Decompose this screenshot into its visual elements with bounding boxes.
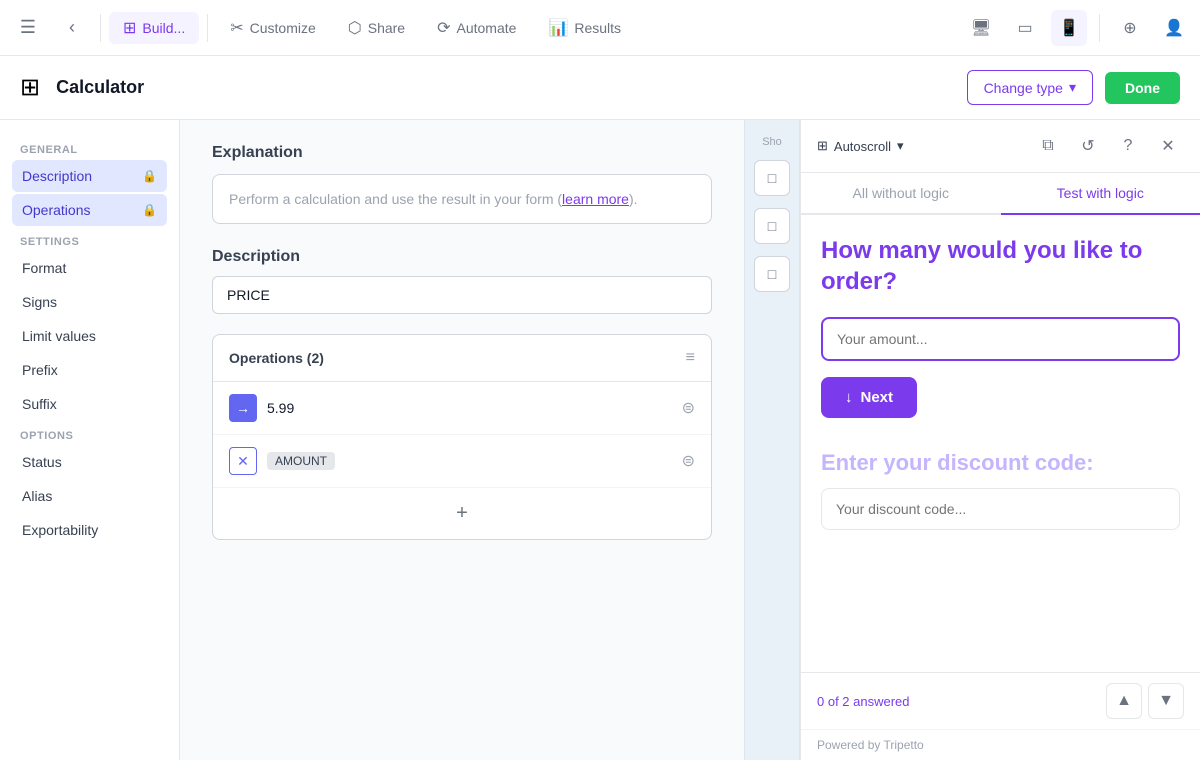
general-section-label: General <box>12 136 167 160</box>
operation-1-value: 5.99 <box>267 400 672 416</box>
autoscroll-chevron-icon: ▾ <box>897 138 904 154</box>
bottom-bar: 0 of 2 answered ▲ ▼ <box>801 672 1200 729</box>
add-operation-row[interactable]: + <box>213 488 711 539</box>
show-label: Sho <box>762 136 782 148</box>
tab-all-without-logic[interactable]: All without logic <box>801 173 1001 215</box>
next-button[interactable]: ↓ Next <box>821 377 917 418</box>
autoscroll-icon: ⊞ <box>817 138 828 154</box>
nav-divider-1 <box>100 14 101 42</box>
powered-by-bar: Powered by Tripetto <box>801 729 1200 760</box>
chevron-down-icon: ▾ <box>1069 79 1076 96</box>
operation-2-menu-icon[interactable]: ⊜ <box>682 451 695 471</box>
back-button[interactable]: ‹ <box>52 8 92 48</box>
lock-icon-operations: 🔒 <box>142 203 157 217</box>
close-right-panel-button[interactable]: ✕ <box>1152 130 1184 162</box>
tablet-view-button[interactable]: ▭ <box>1007 10 1043 46</box>
menu-button[interactable]: ☰ <box>8 8 48 48</box>
sub-header: ⊞ Calculator Change type ▾ Done <box>0 56 1200 120</box>
change-type-button[interactable]: Change type ▾ <box>967 70 1093 105</box>
middle-divider: Sho □ □ □ <box>744 120 800 760</box>
discount-label: Enter your discount code: <box>821 450 1180 476</box>
sidebar-item-status[interactable]: Status <box>12 446 167 478</box>
question-heading: How many would you like to order? <box>821 235 1180 297</box>
explanation-title: Explanation <box>212 144 712 162</box>
top-navigation: ☰ ‹ ⊞ Build... ✂ Customize ⬡ Share ⟳ Aut… <box>0 0 1200 56</box>
explanation-box: Perform a calculation and use the result… <box>212 174 712 224</box>
sidebar-item-alias[interactable]: Alias <box>12 480 167 512</box>
calculator-title: Calculator <box>56 77 144 98</box>
operations-box: Operations (2) ≡ → 5.99 ⊜ ✕ AMOUNT ⊜ + <box>212 334 712 540</box>
copy-button[interactable]: ⧉ <box>1032 130 1064 162</box>
add-icon: + <box>456 502 468 525</box>
globe-button[interactable]: ⊕ <box>1112 10 1148 46</box>
customize-icon: ✂ <box>230 18 243 38</box>
hamburger-icon: ≡ <box>686 349 695 367</box>
preview-area: How many would you like to order? ↓ Next… <box>801 215 1200 672</box>
sidebar-item-suffix[interactable]: Suffix <box>12 388 167 420</box>
sidebar-item-description[interactable]: Description 🔒 <box>12 160 167 192</box>
nav-tab-share[interactable]: ⬡ Share <box>334 12 419 44</box>
sidebar-item-operations[interactable]: Operations 🔒 <box>12 194 167 226</box>
nav-tab-customize[interactable]: ✂ Customize <box>216 12 330 44</box>
sidebar-item-prefix[interactable]: Prefix <box>12 354 167 386</box>
done-button[interactable]: Done <box>1105 72 1180 104</box>
powered-by-text: Powered by Tripetto <box>817 738 924 752</box>
options-section-label: Options <box>12 422 167 446</box>
autoscroll-button[interactable]: ⊞ Autoscroll ▾ <box>817 138 904 154</box>
amount-input[interactable] <box>821 317 1180 361</box>
learn-more-link[interactable]: learn more <box>562 191 629 207</box>
mid-button-2[interactable]: □ <box>754 208 790 244</box>
sidebar-item-signs[interactable]: Signs <box>12 286 167 318</box>
main-layout: General Description 🔒 Operations 🔒 Setti… <box>0 120 1200 760</box>
operation-2-tag: AMOUNT <box>267 452 335 470</box>
tab-test-with-logic[interactable]: Test with logic <box>1001 173 1200 215</box>
operation-row-2: ✕ AMOUNT ⊜ <box>213 435 711 488</box>
down-arrow-icon: ↓ <box>845 389 853 406</box>
arrow-down-button[interactable]: ▼ <box>1148 683 1184 719</box>
results-icon: 📊 <box>548 18 568 38</box>
operations-title: Operations (2) <box>229 350 324 366</box>
nav-right-section: 🖥 ▭ 📱 ⊕ 👤 <box>963 10 1192 46</box>
automate-icon: ⟳ <box>437 18 450 38</box>
discount-input[interactable] <box>821 488 1180 530</box>
description-label: Description <box>212 248 712 266</box>
operation-row-1: → 5.99 ⊜ <box>213 382 711 435</box>
multiply-icon: ✕ <box>229 447 257 475</box>
sidebar-item-format[interactable]: Format <box>12 252 167 284</box>
sidebar-item-limit-values[interactable]: Limit values <box>12 320 167 352</box>
build-icon: ⊞ <box>123 18 136 38</box>
nav-tab-build[interactable]: ⊞ Build... <box>109 12 199 44</box>
logic-tabs: All without logic Test with logic <box>801 173 1200 215</box>
lock-icon-description: 🔒 <box>142 169 157 183</box>
nav-tab-automate[interactable]: ⟳ Automate <box>423 12 530 44</box>
operation-1-menu-icon[interactable]: ⊜ <box>682 398 695 418</box>
center-content: Explanation Perform a calculation and us… <box>180 120 744 760</box>
arrow-up-button[interactable]: ▲ <box>1106 683 1142 719</box>
left-sidebar: General Description 🔒 Operations 🔒 Setti… <box>0 120 180 760</box>
right-header-icons: ⧉ ↺ ? ✕ <box>1032 130 1184 162</box>
mid-button-3[interactable]: □ <box>754 256 790 292</box>
sidebar-item-exportability[interactable]: Exportability <box>12 514 167 546</box>
operations-header: Operations (2) ≡ <box>213 335 711 382</box>
desktop-view-button[interactable]: 🖥 <box>963 10 999 46</box>
answered-text: 0 of 2 answered <box>817 694 910 709</box>
help-button[interactable]: ? <box>1112 130 1144 162</box>
nav-divider-2 <box>207 14 208 42</box>
description-input[interactable] <box>212 276 712 314</box>
share-icon: ⬡ <box>348 18 362 38</box>
nav-divider-3 <box>1099 14 1100 42</box>
refresh-button[interactable]: ↺ <box>1072 130 1104 162</box>
mid-button-1[interactable]: □ <box>754 160 790 196</box>
settings-section-label: Settings <box>12 228 167 252</box>
right-panel-header: ⊞ Autoscroll ▾ ⧉ ↺ ? ✕ <box>801 120 1200 173</box>
right-panel: ⊞ Autoscroll ▾ ⧉ ↺ ? ✕ All without logic… <box>800 120 1200 760</box>
nav-tab-results[interactable]: 📊 Results <box>534 12 635 44</box>
user-button[interactable]: 👤 <box>1156 10 1192 46</box>
mobile-view-button[interactable]: 📱 <box>1051 10 1087 46</box>
nav-arrows: ▲ ▼ <box>1106 683 1184 719</box>
arrow-right-icon: → <box>229 394 257 422</box>
calculator-logo-icon: ⊞ <box>20 73 40 102</box>
